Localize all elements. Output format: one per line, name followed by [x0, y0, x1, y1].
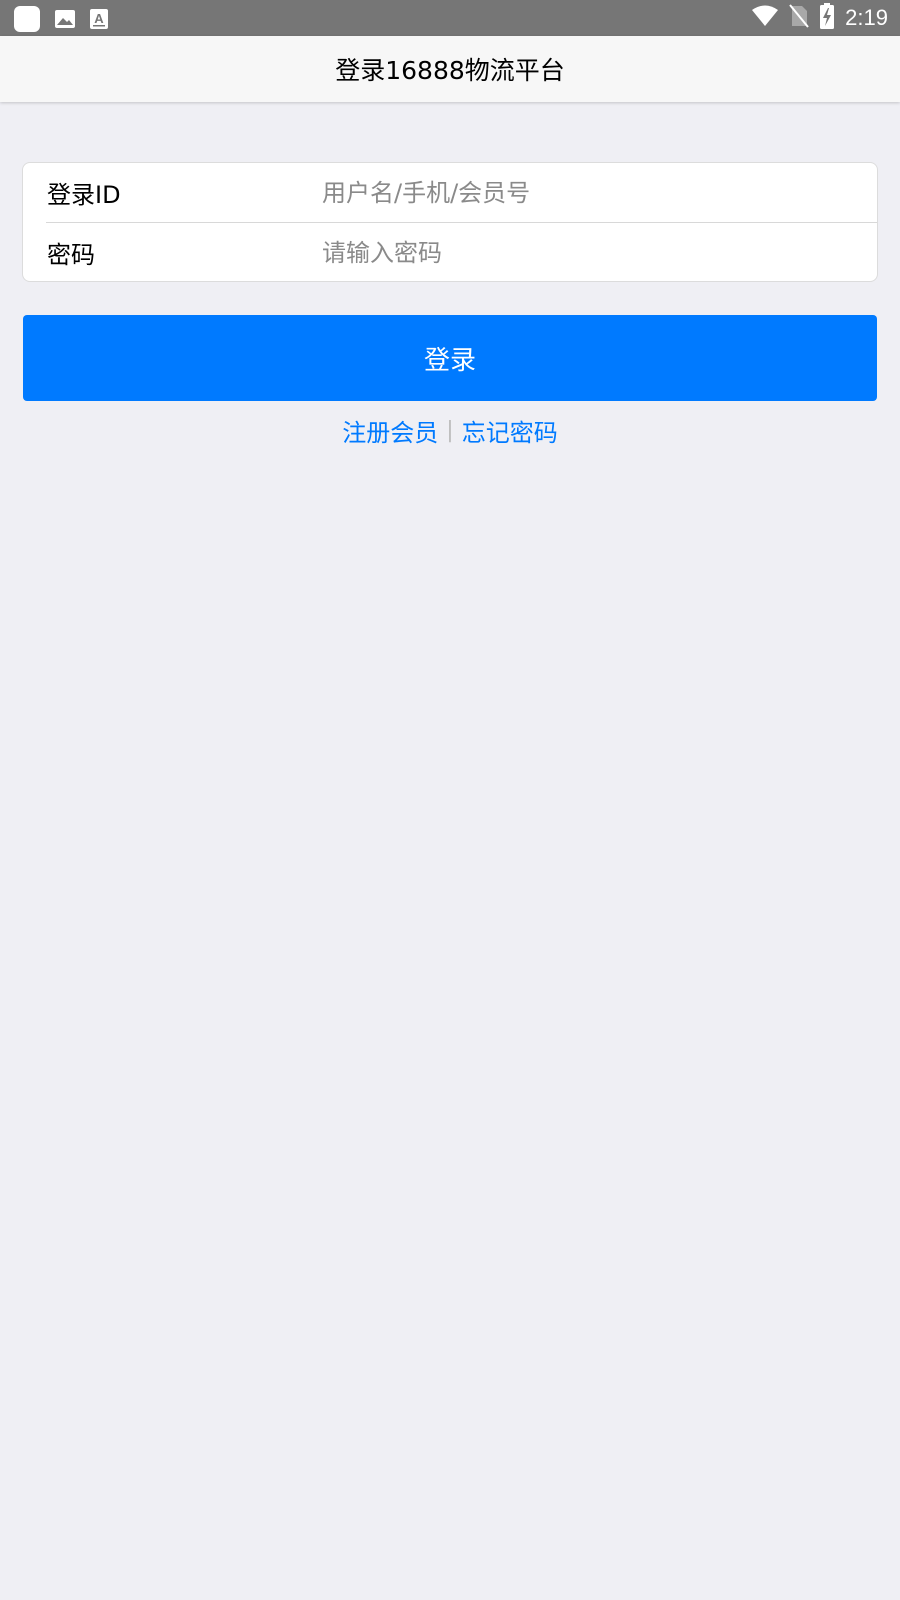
login-id-input[interactable]	[322, 170, 842, 215]
status-left-icons: A	[14, 6, 108, 32]
nav-bar: 登录16888物流平台	[0, 36, 900, 102]
login-button[interactable]: 登录	[23, 315, 877, 401]
status-right-icons: 2:19	[751, 3, 888, 33]
login-form: 登录ID 密码	[22, 162, 878, 282]
password-input[interactable]	[322, 230, 842, 275]
link-separator: |	[446, 417, 454, 443]
app-square-icon	[14, 6, 40, 32]
auth-links: 注册会员 | 忘记密码	[0, 410, 900, 450]
status-time: 2:19	[845, 5, 888, 30]
wifi-icon	[751, 5, 779, 31]
login-id-row: 登录ID	[23, 163, 877, 222]
battery-charging-icon	[819, 3, 835, 33]
page-title: 登录16888物流平台	[335, 56, 565, 85]
forgot-password-link[interactable]: 忘记密码	[462, 413, 558, 448]
no-sim-icon	[789, 4, 809, 32]
image-icon	[54, 9, 76, 29]
login-id-label: 登录ID	[47, 181, 121, 209]
svg-text:A: A	[94, 11, 104, 26]
status-bar: A 2:19	[0, 0, 900, 36]
password-row: 密码	[23, 223, 877, 282]
register-link[interactable]: 注册会员	[342, 413, 438, 448]
password-label: 密码	[47, 241, 95, 269]
text-a-icon: A	[90, 9, 108, 29]
